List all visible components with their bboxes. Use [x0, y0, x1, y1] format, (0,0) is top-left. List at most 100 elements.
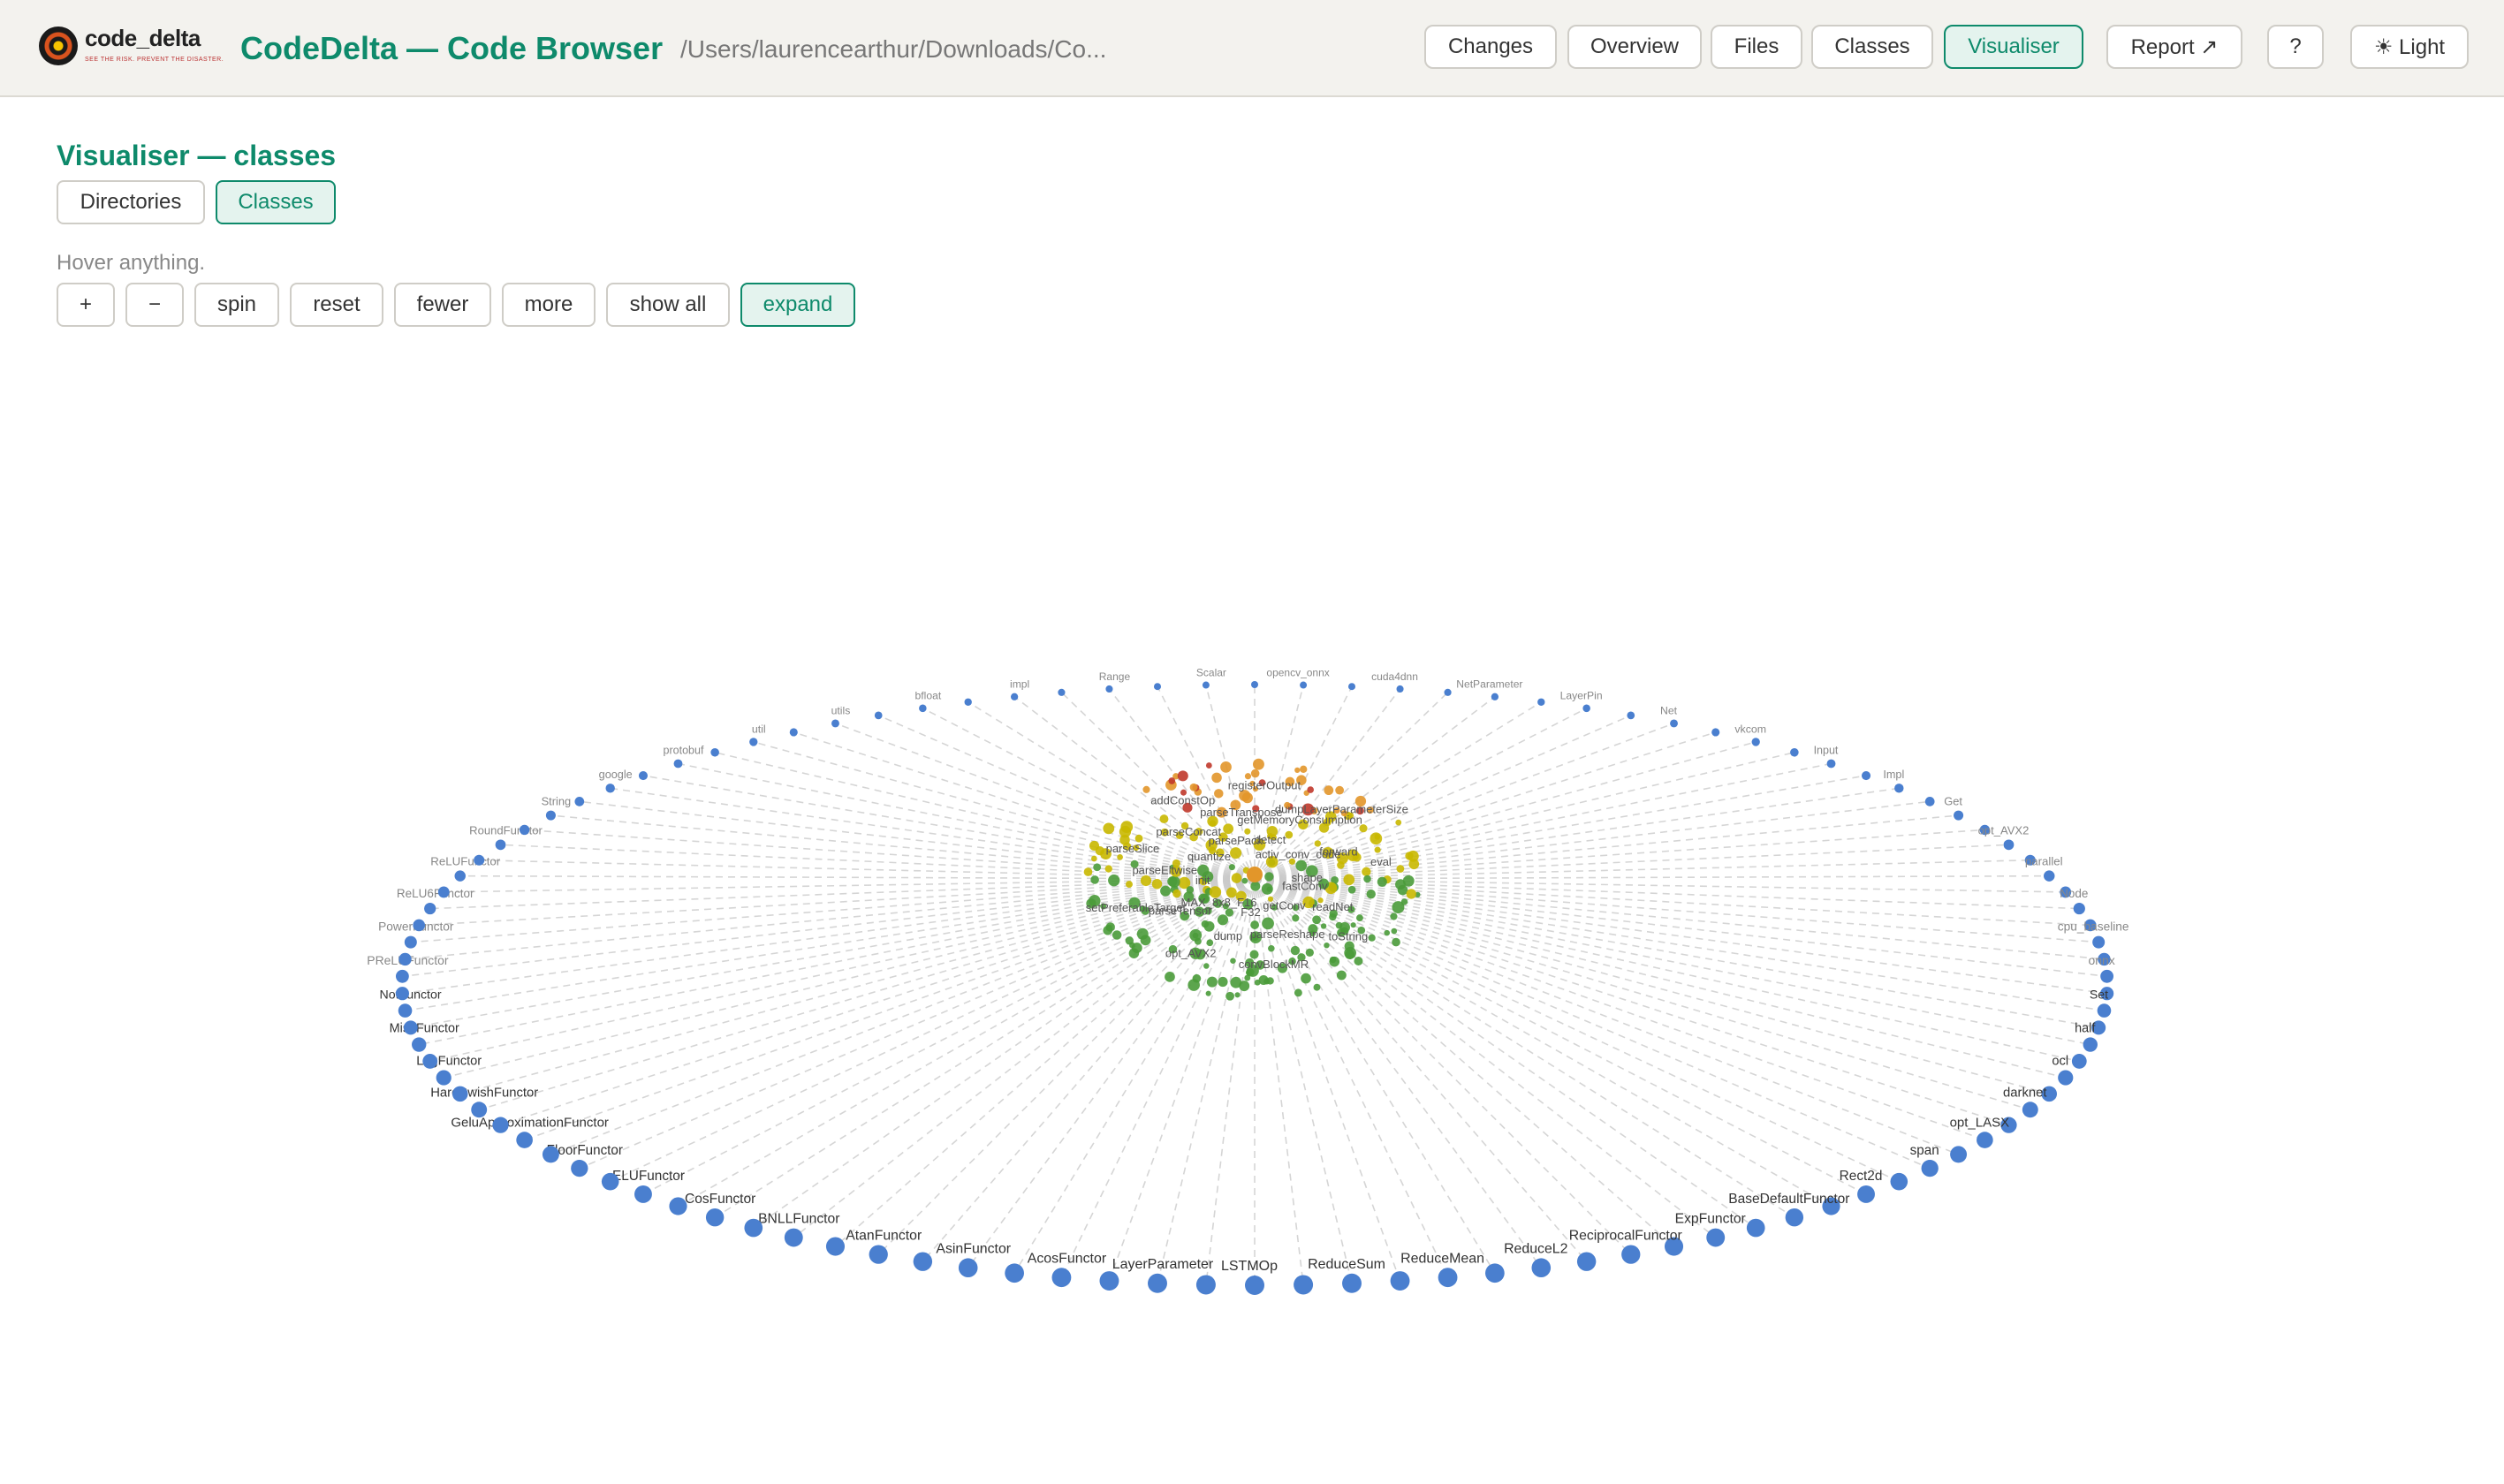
outer-node — [424, 902, 436, 915]
outer-node — [1342, 1273, 1362, 1293]
outer-node — [1921, 1159, 1939, 1177]
inner-node — [1172, 889, 1181, 898]
inner-node — [1295, 859, 1308, 872]
outer-node-label: half — [2075, 1021, 2096, 1035]
outer-node-label: Get — [1944, 795, 1962, 808]
inner-node — [1230, 847, 1242, 859]
outer-node — [1300, 681, 1308, 689]
inner-node — [1194, 937, 1202, 945]
inner-node — [1336, 970, 1347, 980]
outer-node — [1438, 1268, 1458, 1288]
outer-node — [634, 1185, 652, 1203]
inner-node — [1266, 886, 1272, 892]
inner-node — [1354, 956, 1363, 966]
inner-node — [1329, 912, 1337, 921]
inner-node — [1125, 881, 1133, 889]
inner-node — [1206, 976, 1218, 988]
inner-node — [1089, 840, 1100, 852]
outer-node — [1396, 685, 1404, 693]
graph-edge — [1254, 878, 2107, 995]
graph-edge — [753, 878, 1256, 1229]
inner-node — [1305, 948, 1314, 957]
outer-node — [2100, 969, 2114, 983]
inner-node — [1268, 944, 1275, 952]
outer-node — [2097, 1003, 2112, 1018]
inner-node — [1252, 758, 1264, 770]
graph-edge — [550, 878, 1256, 1155]
outer-node-label: BNLLFunctor — [758, 1212, 839, 1227]
outer-node — [1890, 1172, 1908, 1191]
outer-node — [1531, 1258, 1552, 1278]
inner-node — [1188, 979, 1200, 991]
inner-node — [1285, 830, 1294, 839]
outer-node — [403, 1020, 418, 1035]
inner-node — [1136, 928, 1149, 940]
graph-edge — [444, 878, 1256, 893]
outer-node-label: ReduceMean — [1400, 1251, 1484, 1266]
outer-node — [1537, 698, 1545, 706]
outer-node — [1954, 810, 1964, 821]
outer-node-label: ocl — [2052, 1054, 2068, 1068]
inner-node — [1234, 992, 1241, 998]
outer-node — [825, 1237, 846, 1256]
inner-node — [1159, 814, 1169, 824]
inner-node — [1408, 859, 1420, 870]
outer-node-label: Input — [1814, 745, 1839, 757]
outer-node — [669, 1197, 687, 1215]
outer-node — [1576, 1252, 1597, 1271]
class-graph-canvas[interactable]: LSTMOp LayerParameter AcosFunctor AsinFunct… — [0, 0, 2504, 1484]
outer-node — [516, 1132, 533, 1148]
inner-node — [1119, 825, 1132, 838]
inner-node — [1165, 972, 1175, 982]
inner-node — [1250, 768, 1260, 778]
outer-node — [413, 919, 426, 932]
inner-node — [1312, 915, 1321, 925]
inner-node — [1112, 930, 1122, 940]
outer-node — [474, 854, 485, 866]
inner-node-label: dump — [1214, 929, 1243, 943]
graph-edge — [1254, 878, 2066, 893]
outer-node — [1711, 728, 1720, 737]
outer-node — [1894, 784, 1904, 793]
outer-node — [1390, 1271, 1410, 1291]
outer-node — [1861, 770, 1871, 781]
inner-node-label: eval — [1370, 855, 1392, 868]
inner-node — [1214, 789, 1224, 799]
outer-node — [1627, 711, 1635, 720]
inner-node — [1104, 865, 1112, 873]
outer-node-label: Node — [2060, 887, 2088, 900]
outer-node-label: ELUFunctor — [612, 1169, 685, 1184]
inner-node — [1405, 852, 1414, 860]
inner-node — [1230, 958, 1236, 964]
graph-edge — [1254, 874, 2050, 880]
inner-node — [1254, 979, 1261, 986]
inner-node — [1151, 878, 1163, 890]
graph-edge — [1254, 878, 1985, 1141]
outer-node-label: ReduceSum — [1308, 1257, 1385, 1272]
inner-node — [1189, 783, 1198, 791]
inner-node — [1400, 898, 1408, 905]
inner-node — [1362, 867, 1371, 877]
outer-node — [1857, 1185, 1875, 1203]
inner-node — [1225, 991, 1234, 1001]
outer-node-label: utils — [831, 704, 851, 716]
outer-node-label: BaseDefaultFunctor — [1728, 1192, 1849, 1207]
inner-node — [1218, 976, 1228, 988]
outer-node — [2022, 1102, 2038, 1118]
inner-node-label: registerOutput — [1228, 778, 1301, 791]
outer-node — [789, 728, 798, 737]
outer-node — [2083, 1037, 2098, 1052]
outer-node — [1950, 1146, 1968, 1163]
graph-edge — [678, 878, 1256, 1208]
outer-node — [874, 711, 883, 720]
outer-node-label: LayerPin — [1560, 690, 1603, 702]
outer-node-label: util — [752, 723, 766, 735]
outer-node — [542, 1146, 559, 1163]
inner-node — [1329, 956, 1337, 964]
outer-node-label: ReLUFunctor — [430, 854, 500, 867]
outer-node — [451, 1086, 468, 1102]
outer-node — [1195, 1275, 1216, 1295]
inner-node-label: parseReshape — [1250, 928, 1325, 941]
inner-node-label: setPreferableTarget — [1086, 901, 1187, 914]
outer-node — [398, 1003, 413, 1018]
